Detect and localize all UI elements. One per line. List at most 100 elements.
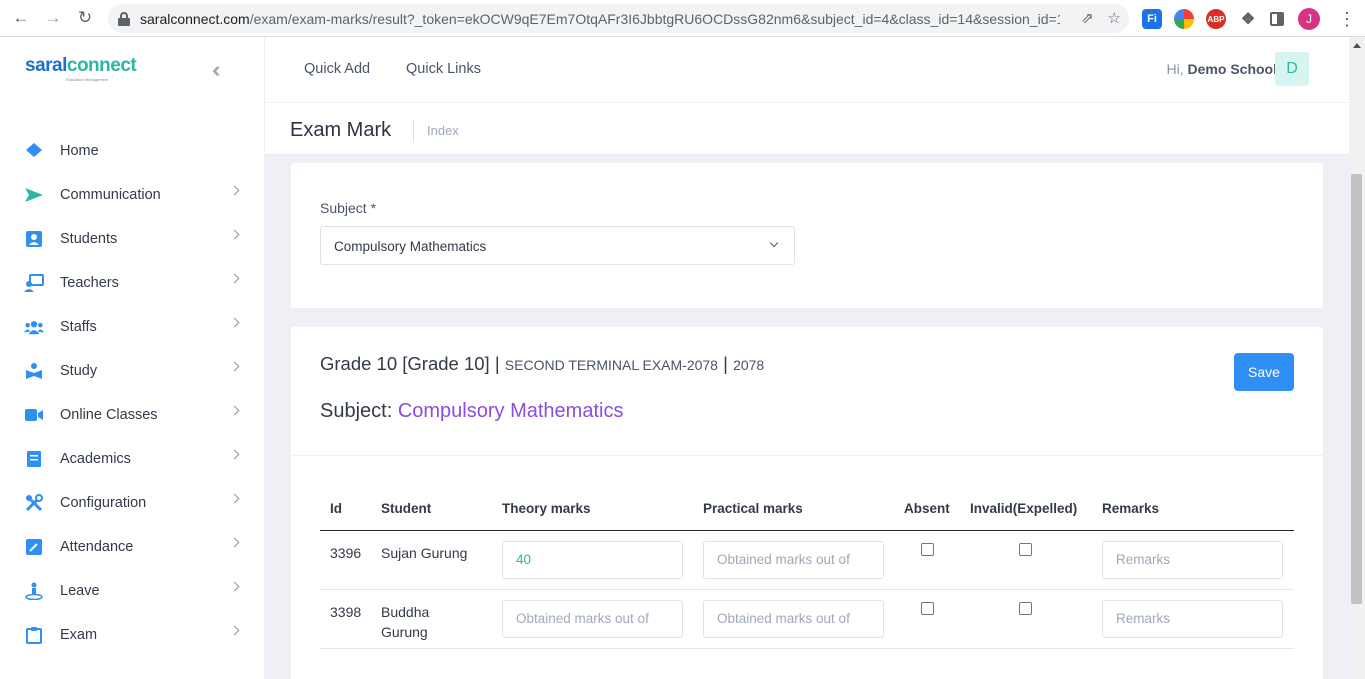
student-name: Sujan Gurung [381,545,468,561]
page-title: Exam Mark [290,119,392,141]
invalid-checkbox[interactable] [1019,602,1032,615]
share-icon[interactable]: ⇗ [1081,9,1094,27]
table-row: 3398 Buddha Gurung Obtained marks out of… [320,590,1294,649]
home-icon [24,141,44,161]
avatar[interactable]: D [1275,52,1309,86]
sidebar: saralconnect Education Management ‹‹ Hom… [0,37,265,679]
theory-marks-input[interactable]: 40 [502,541,683,579]
scroll-up-arrow-icon[interactable] [1353,43,1361,48]
book-icon [24,449,44,469]
logo-tagline: Education Management [66,77,109,82]
sidebar-item-online-classes[interactable]: Online Classes [0,393,264,437]
chevron-right-icon [229,493,240,504]
forward-icon[interactable]: → [42,7,64,29]
header-id: Id [330,501,342,516]
marks-table: Id Student Theory marks Practical marks … [320,492,1294,649]
sidebar-item-communication[interactable]: Communication [0,173,264,217]
sidebar-item-attendance[interactable]: Attendance [0,525,264,569]
practical-marks-input[interactable]: Obtained marks out of [703,600,884,638]
teacher-icon [24,273,44,293]
sidebar-menu: Home Communication Students Teachers Staffs S… [0,129,264,657]
sidebar-item-staffs[interactable]: Staffs [0,305,264,349]
divider [291,455,1323,456]
browser-menu-icon[interactable]: ⋮ [1338,9,1356,30]
sidebar-item-label: Home [60,143,99,159]
sidebar-item-label: Academics [60,451,131,467]
app-logo[interactable]: saralconnect [25,55,137,77]
header-student: Student [381,501,432,516]
breadcrumb[interactable]: Index [427,123,459,138]
absent-checkbox[interactable] [921,602,934,615]
filter-card: Subject * Compulsory Mathematics [291,163,1323,308]
user-greeting[interactable]: Hi, Demo School [1167,61,1277,77]
chevron-right-icon [229,361,240,372]
sidebar-item-label: Students [60,231,118,247]
back-icon[interactable]: ← [10,7,32,29]
practical-marks-input[interactable]: Obtained marks out of [703,541,884,579]
sidebar-item-configuration[interactable]: Configuration [0,481,264,525]
extension-fi-icon[interactable]: Fi [1142,9,1162,29]
exam-year: 2078 [733,357,765,373]
grade-name: Grade 10 [Grade 10] [320,353,490,374]
quick-add-link[interactable]: Quick Add [304,61,370,77]
sidebar-item-label: Teachers [60,275,119,291]
adblock-icon[interactable]: ABP [1206,9,1226,29]
url-text[interactable]: saralconnect.com/exam/exam-marks/result?… [140,11,1060,27]
sidebar-item-study[interactable]: Study [0,349,264,393]
extension-color-icon[interactable] [1174,9,1194,29]
title-divider [413,120,414,142]
table-header: Id Student Theory marks Practical marks … [320,492,1294,531]
sidebar-item-teachers[interactable]: Teachers [0,261,264,305]
header-invalid: Invalid(Expelled) [970,501,1078,516]
remarks-input[interactable]: Remarks [1102,600,1283,638]
subject-select[interactable]: Compulsory Mathematics [320,226,795,265]
chevron-right-icon [229,185,240,196]
sidebar-item-exam[interactable]: Exam [0,613,264,657]
quick-links-link[interactable]: Quick Links [406,61,481,77]
reload-icon[interactable]: ↻ [74,7,96,29]
chevron-right-icon [229,273,240,284]
invalid-checkbox[interactable] [1019,543,1032,556]
sidebar-item-students[interactable]: Students [0,217,264,261]
bookmark-star-icon[interactable]: ☆ [1108,9,1121,27]
student-id: 3396 [330,545,362,561]
clipboard-icon [24,625,44,645]
address-bar[interactable]: saralconnect.com/exam/exam-marks/result?… [108,4,1129,33]
chevron-right-icon [229,537,240,548]
sidebar-item-label: Configuration [60,495,147,511]
student-name: Buddha Gurung [381,604,430,640]
header-absent: Absent [904,501,950,516]
student-icon [24,229,44,249]
staff-icon [24,317,44,337]
collapse-sidebar-icon[interactable]: ‹‹ [212,57,220,83]
sidebar-item-label: Staffs [60,319,97,335]
top-header: Quick Add Quick Links Hi, Demo School D [265,37,1349,103]
subject-heading: Subject: Compulsory Mathematics [320,400,624,422]
sidebar-item-label: Study [60,363,98,379]
separator: | [723,353,728,374]
url-path: /exam/exam-marks/result?_token=ekOCW9qE7… [249,10,1060,27]
sidebar-item-label: Online Classes [60,407,158,423]
absent-checkbox[interactable] [921,543,934,556]
main-content: Subject * Compulsory Mathematics Grade 1… [265,155,1349,679]
theory-marks-input[interactable]: Obtained marks out of [502,600,683,638]
user-name: Demo School [1187,61,1277,77]
scrollbar-thumb[interactable] [1351,174,1362,604]
side-panel-icon[interactable] [1270,12,1284,26]
url-host: saralconnect.com [140,10,250,27]
chevron-right-icon [229,405,240,416]
sidebar-item-leave[interactable]: Leave [0,569,264,613]
subject-label: Subject * [320,200,377,216]
remarks-input[interactable]: Remarks [1102,541,1283,579]
sidebar-item-label: Leave [60,583,100,599]
exam-heading: Grade 10 [Grade 10] | SECOND TERMINAL EX… [320,353,764,375]
sidebar-item-home[interactable]: Home [0,129,264,173]
page-scrollbar[interactable] [1349,37,1365,679]
save-button[interactable]: Save [1234,353,1294,391]
profile-avatar[interactable]: J [1298,8,1320,30]
sidebar-item-academics[interactable]: Academics [0,437,264,481]
subject-select-value: Compulsory Mathematics [334,239,487,254]
tools-icon [24,493,44,513]
extensions-puzzle-icon[interactable]: ❖ [1238,9,1258,29]
leave-icon [24,581,44,601]
